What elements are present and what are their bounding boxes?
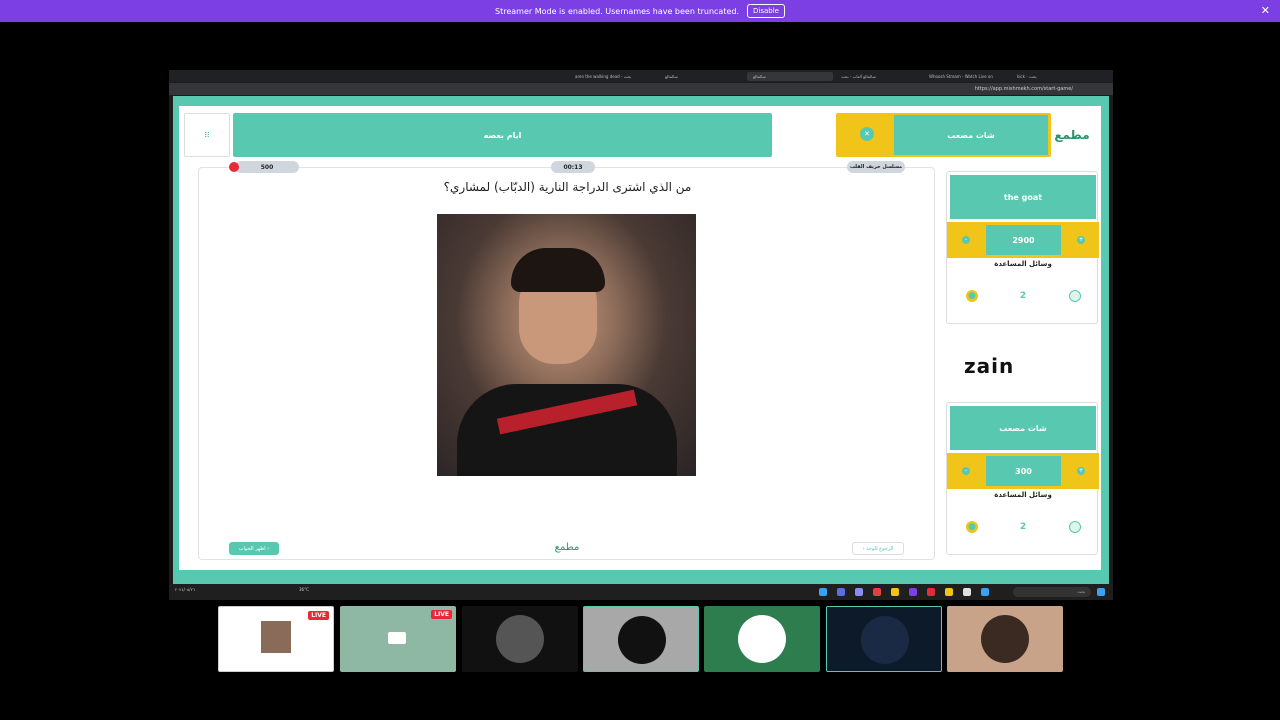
- app-icon[interactable]: [819, 588, 827, 596]
- team-name: شات مصعب: [950, 406, 1096, 450]
- footer-logo: مطمع: [554, 542, 580, 553]
- browser-tab[interactable]: Whoosh Stream - Watch Live on: [923, 72, 1009, 81]
- windows-start-icon[interactable]: [1097, 588, 1105, 596]
- browser-tab-active[interactable]: سالمالع: [747, 72, 833, 81]
- team-score: 2900: [986, 225, 1061, 255]
- question-image: [437, 214, 696, 476]
- close-icon[interactable]: ✕: [1261, 4, 1270, 17]
- site-logo: مطمع: [1047, 113, 1097, 157]
- call-friend-icon[interactable]: ●: [966, 290, 978, 302]
- avatar: [738, 615, 786, 663]
- current-team-name: شات مصعب: [894, 115, 1048, 155]
- team-name: the goat: [950, 175, 1096, 219]
- shared-screen: aren the walking dead - بحث سالمالع سالم…: [169, 70, 1113, 600]
- back-to-board-button[interactable]: ‹ الرجوع للوحة: [852, 542, 904, 555]
- banner-text: Streamer Mode is enabled. Usernames have…: [495, 6, 740, 16]
- question-text: من الذي اشترى الدراجة النارية (الدبّاب) …: [443, 180, 692, 194]
- category-badge: مسلسل خريف القلب: [847, 161, 905, 173]
- browser-tab[interactable]: kick - بحث: [1011, 72, 1097, 81]
- app-icon[interactable]: [855, 588, 863, 596]
- streamer-mode-banner: Streamer Mode is enabled. Usernames have…: [0, 0, 1280, 22]
- live-badge: LIVE: [431, 610, 452, 619]
- participant-tile-4[interactable]: [583, 606, 699, 672]
- points-badge: 500: [235, 161, 299, 173]
- weather-text: 36°C: [299, 587, 309, 592]
- minus-button[interactable]: -: [962, 467, 970, 475]
- game-page: مطمع ✕ شات مصعب ايام بعصه ⵗⵗ 500 00:13 م…: [173, 96, 1109, 584]
- show-answer-button[interactable]: اظهر الجواب ›: [229, 542, 279, 555]
- address-bar[interactable]: https://app.mishmekh.com/start-game/: [169, 83, 1113, 95]
- participant-tile-6[interactable]: [826, 606, 942, 672]
- hole-icon[interactable]: [1069, 521, 1081, 533]
- helps-label: وسائل المساعدة: [994, 260, 1052, 268]
- stream-thumbnail: [261, 621, 291, 653]
- hole-icon[interactable]: [1069, 290, 1081, 302]
- app-icon[interactable]: [927, 588, 935, 596]
- game-board: مطمع ✕ شات مصعب ايام بعصه ⵗⵗ 500 00:13 م…: [179, 106, 1101, 570]
- call-friend-icon[interactable]: ●: [966, 521, 978, 533]
- double-points-icon[interactable]: 2: [1017, 521, 1029, 533]
- url-text: https://app.mishmekh.com/start-game/: [974, 86, 1073, 92]
- live-badge: LIVE: [308, 611, 329, 620]
- taskbar-search[interactable]: بحث: [1013, 587, 1091, 597]
- clock-date: ٢٠٢٤/٠٥/٢٦: [175, 587, 195, 592]
- browser-tab[interactable]: aren the walking dead - بحث: [569, 72, 655, 81]
- avatar: [618, 616, 666, 664]
- participant-tile-stream-2[interactable]: LIVE: [340, 606, 456, 672]
- team-panel-1: the goat 2900 - + وسائل المساعدة ● 2: [946, 171, 1099, 324]
- browser-tab[interactable]: سالمالع: [659, 72, 745, 81]
- app-icon[interactable]: [909, 588, 917, 596]
- avatar: [981, 615, 1029, 663]
- windows-taskbar: ٢٠٢٤/٠٥/٢٦ 36°C بحث: [169, 584, 1113, 600]
- participant-tile-7[interactable]: [947, 606, 1063, 672]
- participant-tile-3[interactable]: [462, 606, 578, 672]
- app-icon[interactable]: [873, 588, 881, 596]
- minus-button[interactable]: -: [962, 236, 970, 244]
- opponent-team-header: ايام بعصه: [233, 113, 772, 157]
- browser-tab-bar: aren the walking dead - بحث سالمالع سالم…: [169, 70, 1113, 82]
- avatar: [861, 616, 909, 664]
- disable-button[interactable]: Disable: [747, 4, 785, 18]
- plus-button[interactable]: +: [1077, 467, 1085, 475]
- participant-tile-stream-1[interactable]: LIVE: [218, 606, 334, 672]
- team-panel-2: شات مصعب 300 - + وسائل المساعدة ● 2: [946, 402, 1099, 555]
- app-icon[interactable]: [837, 588, 845, 596]
- flag-icon: [229, 162, 239, 172]
- double-points-icon[interactable]: 2: [1017, 290, 1029, 302]
- browser-icon[interactable]: [981, 588, 989, 596]
- plus-button[interactable]: +: [1077, 236, 1085, 244]
- menu-icon[interactable]: ⵗⵗ: [184, 113, 230, 157]
- folder-icon[interactable]: [945, 588, 953, 596]
- helps-label: وسائل المساعدة: [994, 491, 1052, 499]
- participant-tile-5[interactable]: [704, 606, 820, 672]
- app-icon[interactable]: [891, 588, 899, 596]
- avatar: [496, 615, 544, 663]
- app-icon[interactable]: [963, 588, 971, 596]
- team-score: 300: [986, 456, 1061, 486]
- close-icon[interactable]: ✕: [860, 127, 874, 141]
- current-team-header: ✕ شات مصعب: [836, 113, 1051, 157]
- zain-logo: zain: [964, 354, 1015, 378]
- question-card: 500 00:13 مسلسل خريف القلب من الذي اشترى…: [198, 161, 935, 560]
- monitor-icon: [388, 632, 406, 644]
- browser-tab[interactable]: سالمالع ألعاب - بحث: [835, 72, 921, 81]
- timer: 00:13: [551, 161, 595, 173]
